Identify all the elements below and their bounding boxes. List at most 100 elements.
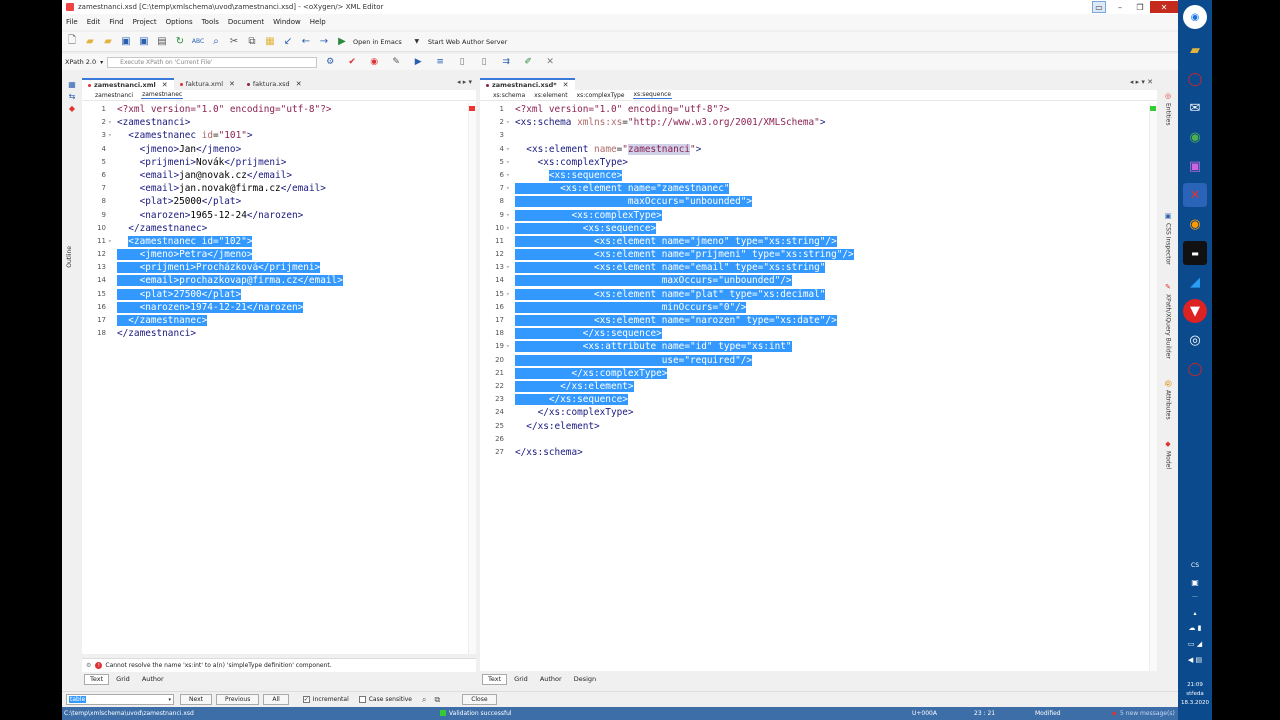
back-icon[interactable]: ← <box>299 35 313 49</box>
vivaldi-icon[interactable]: ▼ <box>1183 299 1207 323</box>
mode-author[interactable]: Author <box>535 674 567 685</box>
oxygen-taskbar-icon[interactable]: ✕ <box>1183 183 1207 207</box>
file-explorer-icon[interactable]: ▰ <box>1183 38 1207 62</box>
side-view-xpath-builder[interactable]: ✎ XPath/XQuery Builder <box>1160 283 1176 359</box>
save-all-icon[interactable]: ▣ <box>137 35 151 49</box>
code-line[interactable]: 17 <xs:element name="narozen" type="xs:d… <box>480 314 1149 327</box>
fold-toggle-icon[interactable]: ▿ <box>506 222 510 235</box>
find-input[interactable]: table ▾ <box>66 694 174 705</box>
find-next-button[interactable]: Next <box>180 694 212 705</box>
close-icon[interactable]: ✕ <box>229 80 235 88</box>
format-icon[interactable]: ≡ <box>433 55 447 69</box>
code-line[interactable]: 9 <narozen>1965-12-24</narozen> <box>82 209 468 222</box>
onedrive-icon[interactable]: ☁ ▮ <box>1178 624 1212 632</box>
code-line[interactable]: 4 ▿ <xs:element name="zamestnanci"> <box>480 143 1149 156</box>
search-icon[interactable]: ⌕ <box>422 695 426 705</box>
error-marker[interactable] <box>469 106 475 111</box>
project-icon[interactable]: ▦ <box>66 80 78 90</box>
code-line[interactable]: 27 </xs:schema> <box>480 446 1149 459</box>
code-line[interactable]: 11 ▿ <zamestnanec id="102"> <box>82 235 468 248</box>
open-in-emacs-button[interactable]: Open in Emacs <box>353 38 402 46</box>
code-line[interactable]: 16 <narozen>1974-12-21</narozen> <box>82 301 468 314</box>
code-line[interactable]: 11 <xs:element name="jmeno" type="xs:str… <box>480 235 1149 248</box>
code-line[interactable]: 2 ▿ <xs:schema xmlns:xs="http://www.w3.org… <box>480 116 1149 129</box>
save-app-icon[interactable]: ▣ <box>1183 154 1207 178</box>
tab-scroll-icon[interactable]: ◂ ▸ ▾ ✕ <box>1130 78 1153 86</box>
fold-toggle-icon[interactable]: ▿ <box>506 340 510 353</box>
code-area[interactable]: 1 <?xml version="1.0" encoding="utf-8"?> 2… <box>480 103 1149 459</box>
code-line[interactable]: 25 </xs:element> <box>480 420 1149 433</box>
run-icon[interactable]: ▶ <box>411 55 425 69</box>
fold-toggle-icon[interactable]: ▿ <box>506 288 510 301</box>
scrollbar[interactable] <box>1149 103 1157 671</box>
code-line[interactable]: 19 ▿ <xs:attribute name="id" type="xs:int… <box>480 340 1149 353</box>
fold-toggle-icon[interactable]: ▿ <box>506 261 510 274</box>
layout-icon[interactable]: ▭ <box>1092 1 1106 13</box>
find-replace-icon[interactable]: ⧉ <box>434 695 440 705</box>
menu-edit[interactable]: Edit <box>87 18 101 26</box>
code-line[interactable]: 5 ▿ <xs:complexType> <box>480 156 1149 169</box>
terminal-icon[interactable]: ▬ <box>1183 241 1207 265</box>
obs-icon[interactable]: ◎ <box>1183 328 1207 352</box>
opera-gx-icon[interactable]: ◯ <box>1183 357 1207 381</box>
mode-grid[interactable]: Grid <box>111 674 135 685</box>
code-line[interactable]: 6 ▿ <xs:sequence> <box>480 169 1149 182</box>
code-line[interactable]: 17 </zamestnanec> <box>82 314 468 327</box>
code-line[interactable]: 4 <jmeno>Jan</jmeno> <box>82 143 468 156</box>
mode-text[interactable]: Text <box>84 673 110 685</box>
forward-icon[interactable]: → <box>317 35 331 49</box>
code-line[interactable]: 20 use="required"/> <box>480 354 1149 367</box>
fold-toggle-icon[interactable]: ▿ <box>506 182 510 195</box>
clock-time[interactable]: 21:09 <box>1178 682 1212 688</box>
scrollbar[interactable] <box>468 103 476 654</box>
web-author-icon[interactable]: ▼ <box>410 35 424 49</box>
fold-toggle-icon[interactable]: ▿ <box>506 209 510 222</box>
validate-icon[interactable]: ✔ <box>345 55 359 69</box>
breadcrumb-item[interactable]: zamestnanec <box>141 91 184 99</box>
code-line[interactable]: 6 <email>jan@novak.cz</email> <box>82 169 468 182</box>
code-line[interactable]: 14 maxOccurs="unbounded"/> <box>480 274 1149 287</box>
close-button[interactable]: ✕ <box>1150 1 1178 13</box>
reload-icon[interactable]: ↻ <box>173 35 187 49</box>
close-icon[interactable]: ✕ <box>563 81 569 89</box>
debug-icon[interactable]: ✎ <box>389 55 403 69</box>
menu-find[interactable]: Find <box>109 18 123 26</box>
xpath-version-select[interactable]: XPath 2.0 <box>65 58 96 66</box>
code-area[interactable]: 1 <?xml version="1.0" encoding="utf-8"?> 2… <box>82 103 468 340</box>
side-view-attributes[interactable]: @ Attributes <box>1160 380 1176 420</box>
code-line[interactable]: 7 <email>jan.novak@firma.cz</email> <box>82 182 468 195</box>
screen-icon[interactable]: ▣ <box>1178 578 1212 587</box>
code-line[interactable]: 12 <xs:element name="prijmeni" type="xs:… <box>480 248 1149 261</box>
chevron-up-icon[interactable]: ▴ <box>1178 610 1212 617</box>
gear-icon[interactable]: ⚙ <box>323 55 337 69</box>
code-line[interactable]: 18 </zamestnanci> <box>82 327 468 340</box>
opera-icon[interactable]: ◯ <box>1183 67 1207 91</box>
tab-zamestnanci-xsd[interactable]: zamestnanci.xsd* ✕ <box>480 78 575 90</box>
breadcrumb-item[interactable]: xs:schema <box>492 92 526 99</box>
menu-tools[interactable]: Tools <box>202 18 219 26</box>
wrap-icon[interactable]: ⇉ <box>499 55 513 69</box>
keyboard-language[interactable]: CS <box>1178 562 1212 569</box>
paste-icon[interactable]: ▦ <box>263 35 277 49</box>
code-line[interactable]: 26 <box>480 433 1149 446</box>
spellcheck-icon[interactable]: ABC <box>191 35 205 49</box>
code-line[interactable]: 13 <prijmeni>Procházková</prijmeni> <box>82 261 468 274</box>
network-icon[interactable]: ▭ ◢ <box>1178 640 1212 648</box>
incremental-checkbox[interactable]: ✓ Incremental <box>302 696 349 703</box>
fold-toggle-icon[interactable]: ▿ <box>506 169 510 182</box>
firefox-icon[interactable]: ◉ <box>1183 212 1207 236</box>
menu-options[interactable]: Options <box>166 18 193 26</box>
menu-document[interactable]: Document <box>228 18 264 26</box>
code-line[interactable]: 8 maxOccurs="unbounded"> <box>480 195 1149 208</box>
chevron-down-icon[interactable]: ▾ <box>100 59 103 66</box>
find-previous-button[interactable]: Previous <box>215 694 260 705</box>
clock-day[interactable]: středa <box>1178 691 1212 697</box>
code-line[interactable]: 3 <box>480 129 1149 142</box>
save-icon[interactable]: ▣ <box>119 35 133 49</box>
code-line[interactable]: 5 <prijmeni>Novák</prijmeni> <box>82 156 468 169</box>
open-url-icon[interactable]: ▰ <box>101 35 115 49</box>
side-view-css-inspector[interactable]: ▣ CSS Inspector <box>1160 212 1176 265</box>
code-line[interactable]: 23 </xs:sequence> <box>480 393 1149 406</box>
breadcrumb-item[interactable]: xs:sequence <box>632 91 673 99</box>
code-line[interactable]: 15 <plat>27500</plat> <box>82 288 468 301</box>
